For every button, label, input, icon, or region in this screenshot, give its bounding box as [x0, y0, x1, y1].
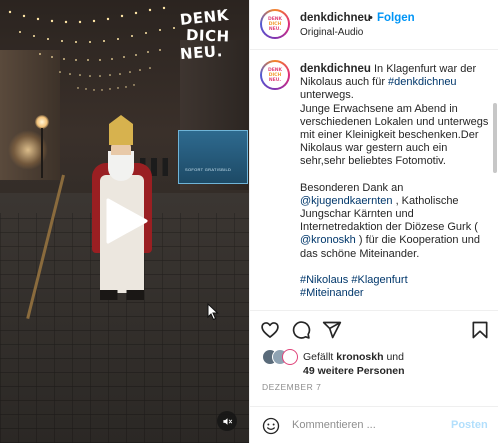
share-button[interactable]	[322, 320, 342, 340]
play-button[interactable]	[100, 196, 150, 246]
comment-button[interactable]	[291, 320, 311, 340]
avatar-logo: DENK DICH NEU.	[262, 62, 288, 88]
liker-avatar	[282, 349, 298, 365]
post-sidebar: DENK DICH NEU. denkdichneu • Folgen Orig…	[249, 0, 498, 443]
mute-icon	[222, 417, 232, 425]
caption-text: unterwegs.	[300, 89, 354, 102]
avatar[interactable]: DENK DICH NEU.	[260, 9, 290, 39]
mouse-cursor-icon	[207, 303, 219, 321]
logo-line-3: NEU.	[179, 42, 224, 64]
heart-icon	[261, 322, 279, 338]
comment-bar: Posten	[250, 406, 498, 443]
avatar-logo: DENK DICH NEU.	[262, 11, 288, 37]
logo-line-1: DENK	[179, 5, 230, 29]
avatar-line-3: NEU.	[268, 77, 282, 83]
comment-input[interactable]	[292, 419, 442, 431]
mute-button[interactable]	[217, 411, 237, 431]
save-button[interactable]	[470, 320, 490, 340]
post-button[interactable]: Posten	[451, 419, 488, 431]
comment-icon	[292, 321, 311, 339]
boots	[100, 290, 144, 300]
likes-and: und	[383, 351, 404, 363]
hashtag-link[interactable]: #Miteinander	[300, 287, 364, 299]
denk-dich-neu-logo: DENK DICH NEU.	[179, 6, 240, 76]
mention-link[interactable]: @kjugendkaernten	[300, 195, 393, 207]
white-beard	[108, 151, 134, 181]
emoji-icon[interactable]	[262, 417, 280, 435]
hashtag-link[interactable]: #denkdichneu	[388, 76, 457, 88]
video-player[interactable]: SOFORT GRATISBILD DENK DICH NEU.	[0, 0, 249, 443]
post-header: DENK DICH NEU. denkdichneu • Folgen Orig…	[250, 0, 498, 50]
likes-others-link[interactable]: 49 weitere Personen	[303, 365, 405, 377]
street-lamp-pole	[41, 128, 43, 178]
caption-area[interactable]: DENK DICH NEU. denkdichneu In Klagenfurt…	[250, 51, 498, 310]
mention-link[interactable]: @kronoskh	[300, 234, 356, 246]
street-lamp	[35, 115, 49, 129]
mitre-hat	[109, 115, 133, 145]
likes-prefix: Gefällt	[303, 351, 337, 363]
caption-paragraph-2: Besonderen Dank an @kjugendkaernten , Ka…	[300, 182, 492, 261]
likes-summary: Gefällt kronoskh und 49 weitere Personen	[303, 351, 493, 378]
hashtag-link[interactable]: #Nikolaus	[300, 274, 348, 286]
share-icon	[322, 321, 342, 339]
caption-text: Besonderen Dank an	[300, 181, 404, 194]
caption-paragraph-1: denkdichneu In Klagenfurt war der Nikola…	[300, 63, 492, 169]
bookmark-icon	[472, 321, 488, 339]
caption-avatar[interactable]: DENK DICH NEU.	[260, 60, 290, 90]
caption-scrollbar[interactable]	[493, 103, 497, 173]
play-icon	[106, 198, 148, 244]
shop-sign-text: SOFORT GRATISBILD	[185, 167, 232, 172]
liker-username[interactable]: kronoskh	[336, 351, 383, 363]
header-username[interactable]: denkdichneu	[300, 12, 371, 24]
caption-text: Junge Erwachsene am Abend in verschieden…	[300, 102, 489, 168]
caption-hashtags: #Nikolaus #Klagenfurt #Miteinander	[300, 274, 492, 300]
shop-sign: SOFORT GRATISBILD	[178, 130, 248, 184]
separator-dot: •	[369, 12, 373, 24]
liker-avatars[interactable]	[262, 349, 302, 365]
avatar-line-3: NEU.	[268, 26, 282, 32]
like-button[interactable]	[260, 320, 280, 340]
post-date[interactable]: DEZEMBER 7	[262, 382, 321, 392]
hashtag-link[interactable]: #Klagenfurt	[351, 274, 407, 286]
caption-username[interactable]: denkdichneu	[300, 63, 371, 75]
audio-label[interactable]: Original-Audio	[300, 27, 363, 38]
follow-button[interactable]: Folgen	[377, 12, 415, 24]
post-caption: denkdichneu In Klagenfurt war der Nikola…	[300, 63, 492, 310]
